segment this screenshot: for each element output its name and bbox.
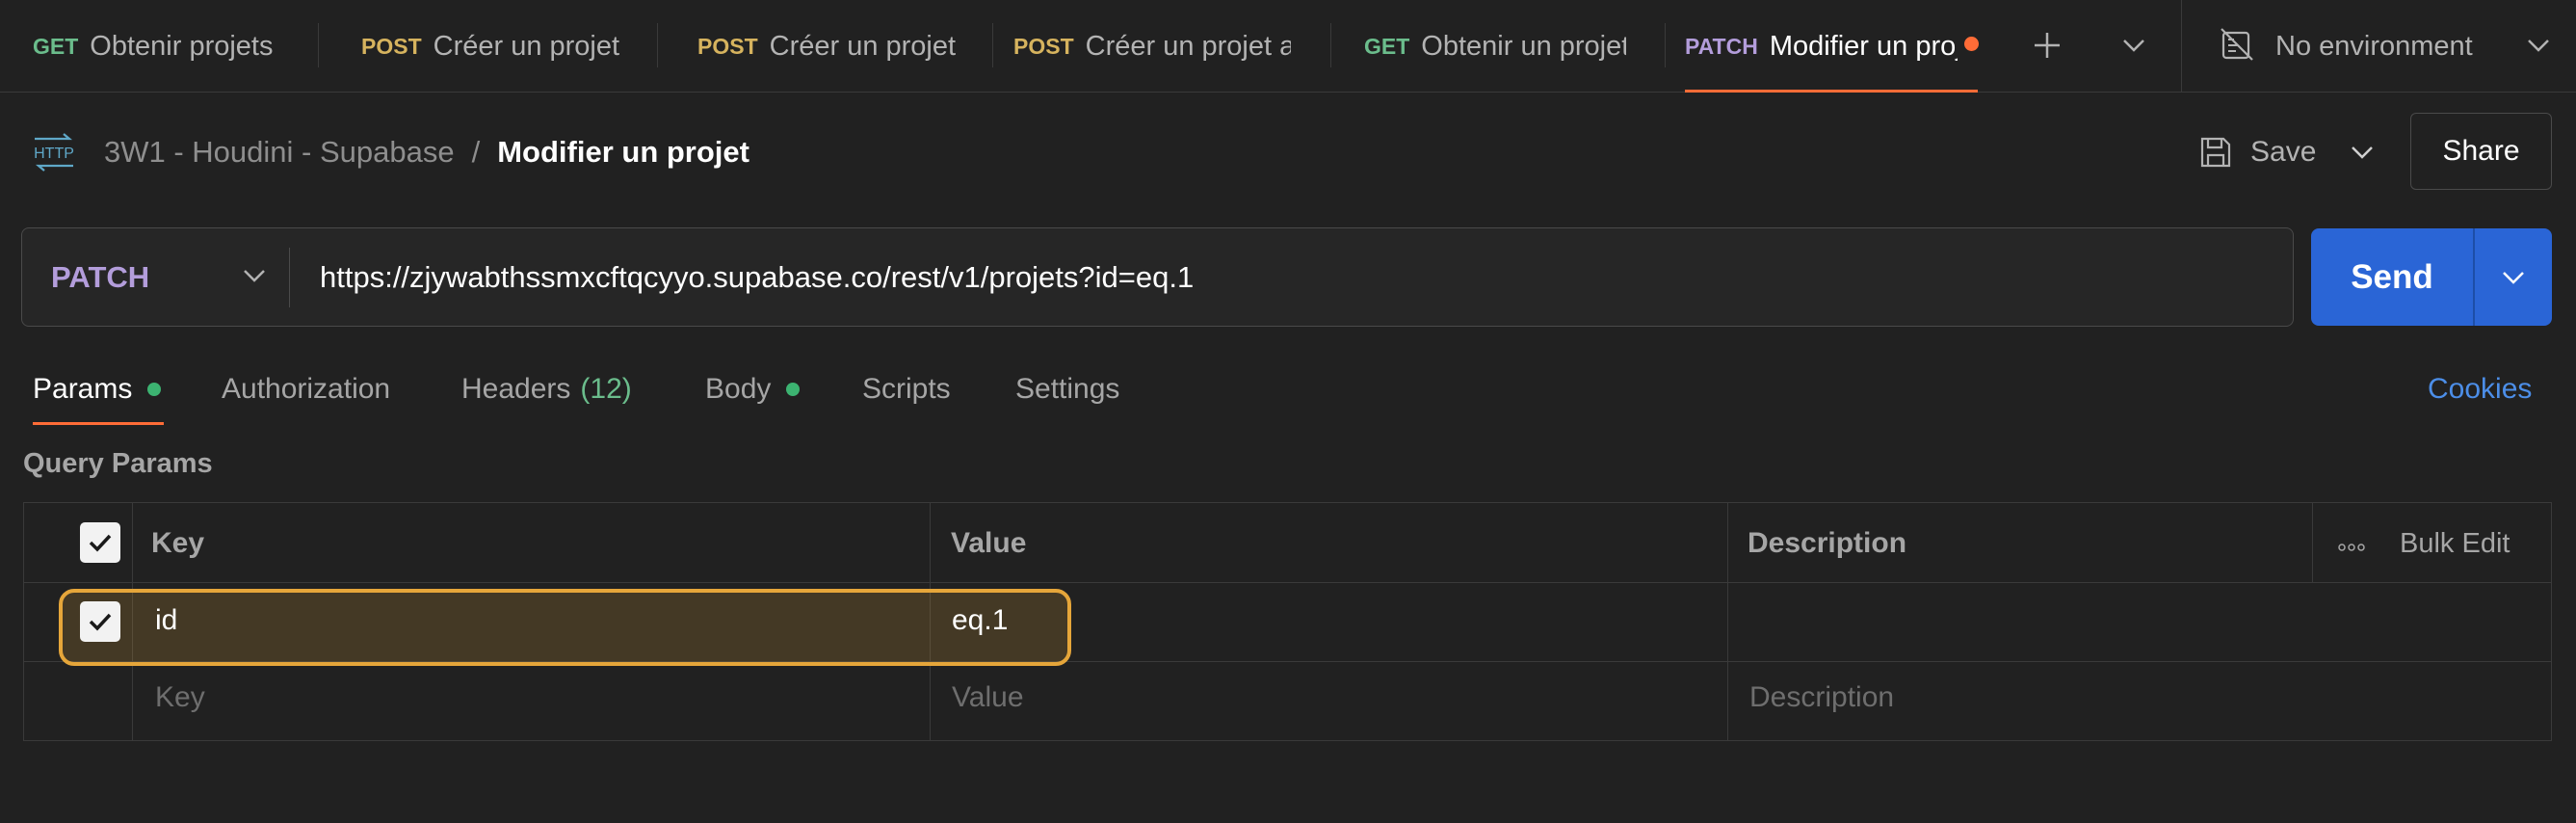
tab-creer-projet-1[interactable]: POST Créer un projet: [361, 0, 626, 93]
params-indicator-dot: [147, 383, 162, 396]
tab-params-label: Params: [33, 373, 133, 405]
save-button[interactable]: Save: [2196, 131, 2316, 173]
http-icon-text: HTTP: [34, 146, 74, 162]
checkmark-icon: [89, 534, 112, 552]
highlighted-param-row: [59, 589, 1071, 666]
url-input[interactable]: https://zjywabthssmxcftqcyyo.supabase.co…: [320, 228, 1194, 326]
tab-title: Créer un projet: [769, 30, 957, 62]
tab-body-label: Body: [705, 373, 772, 405]
tab-title: Créer un projet: [433, 30, 620, 62]
tab-headers-label: Headers: [461, 373, 571, 405]
breadcrumb-collection[interactable]: 3W1 - Houdini - Supabase: [104, 135, 455, 170]
cookies-label: Cookies: [2428, 373, 2533, 405]
tab-settings[interactable]: Settings: [1015, 368, 1119, 411]
save-options-chevron-icon[interactable]: [2341, 131, 2383, 173]
tab-title: Modifier un proj: [1769, 30, 1958, 62]
headers-count: (12): [580, 373, 632, 405]
tabs-chevron-down-icon[interactable]: [2110, 21, 2158, 69]
send-button[interactable]: Send: [2311, 228, 2473, 326]
save-icon: [2200, 137, 2231, 168]
tab-modifier-projet[interactable]: PATCH Modifier un proj: [1685, 0, 1978, 93]
no-environment-icon: [2216, 23, 2258, 66]
new-param-description-input[interactable]: Description: [1749, 677, 1894, 719]
url-bar: PATCH https://zjywabthssmxcftqcyyo.supab…: [21, 227, 2294, 327]
method-chevron-down-icon[interactable]: [242, 259, 267, 299]
tab-obtenir-projets[interactable]: GET Obtenir projets: [33, 0, 283, 93]
request-tab-bar: GET Obtenir projets POST Créer un projet…: [0, 0, 2576, 93]
send-options-chevron-icon[interactable]: [2475, 228, 2552, 326]
tab-title: Créer un projet a: [1085, 30, 1291, 62]
checkmark-icon: [89, 613, 112, 631]
tab-headers[interactable]: Headers (12): [461, 368, 632, 411]
new-param-key-input[interactable]: Key: [155, 677, 205, 719]
tab-scripts-label: Scripts: [862, 373, 951, 405]
body-indicator-dot: [786, 383, 801, 396]
tab-authorization-label: Authorization: [222, 373, 391, 405]
environment-label: No environment: [2275, 30, 2473, 62]
tab-body[interactable]: Body: [705, 368, 801, 411]
breadcrumb-separator: /: [471, 135, 481, 169]
param-row-checkbox[interactable]: [80, 601, 120, 642]
tab-authorization[interactable]: Authorization: [222, 368, 390, 411]
environment-selector[interactable]: No environment: [2275, 0, 2473, 93]
bulk-edit-label: Bulk Edit: [2400, 527, 2510, 559]
tab-title: Obtenir un projet: [1421, 30, 1626, 62]
tab-obtenir-un-projet[interactable]: GET Obtenir un projet: [1364, 0, 1626, 93]
tab-title: Obtenir projets: [90, 30, 274, 62]
tab-method: POST: [361, 33, 422, 59]
unsaved-dot-icon: [1964, 37, 1979, 51]
query-params-title: Query Params: [23, 448, 213, 479]
share-button[interactable]: Share: [2410, 113, 2552, 190]
breadcrumb-request-name[interactable]: Modifier un projet: [497, 135, 749, 170]
environment-chevron-down-icon[interactable]: [2514, 21, 2563, 69]
query-params-table: Key Value Description Bulk Edit id eq.1 …: [23, 502, 2552, 741]
param-key-input[interactable]: id: [155, 599, 177, 642]
save-label: Save: [2250, 136, 2317, 168]
bulk-edit-button[interactable]: Bulk Edit: [2400, 522, 2510, 565]
column-header-key: Key: [151, 527, 205, 559]
tab-creer-projet-a[interactable]: POST Créer un projet a: [1013, 0, 1291, 93]
column-header-value: Value: [951, 527, 1027, 559]
tab-scripts[interactable]: Scripts: [862, 368, 951, 411]
share-label: Share: [2442, 135, 2520, 167]
tab-method: GET: [33, 33, 79, 59]
send-button-group: Send: [2311, 228, 2552, 326]
tab-method: PATCH: [1685, 33, 1758, 59]
tab-method: POST: [1013, 33, 1074, 59]
param-value-input[interactable]: eq.1: [952, 599, 1008, 642]
cookies-link[interactable]: Cookies: [2428, 368, 2532, 411]
http-request-icon: HTTP: [29, 131, 79, 173]
select-all-checkbox[interactable]: [80, 522, 120, 563]
tab-creer-projet-2[interactable]: POST Créer un projet: [697, 0, 962, 93]
column-header-description: Description: [1748, 527, 1907, 559]
new-tab-plus-icon[interactable]: [2023, 21, 2071, 69]
method-selector[interactable]: PATCH: [51, 228, 149, 326]
tab-method: GET: [1364, 33, 1410, 59]
send-label: Send: [2351, 257, 2433, 296]
tab-params[interactable]: Params: [33, 368, 162, 411]
tab-method: POST: [697, 33, 758, 59]
method-label: PATCH: [51, 259, 150, 294]
tab-settings-label: Settings: [1015, 373, 1120, 405]
active-tab-underline: [33, 422, 164, 425]
new-param-value-input[interactable]: Value: [952, 677, 1024, 719]
more-options-icon[interactable]: [2334, 530, 2369, 565]
url-text: https://zjywabthssmxcftqcyyo.supabase.co…: [320, 259, 1195, 294]
breadcrumb: 3W1 - Houdini - Supabase / Modifier un p…: [104, 133, 749, 172]
